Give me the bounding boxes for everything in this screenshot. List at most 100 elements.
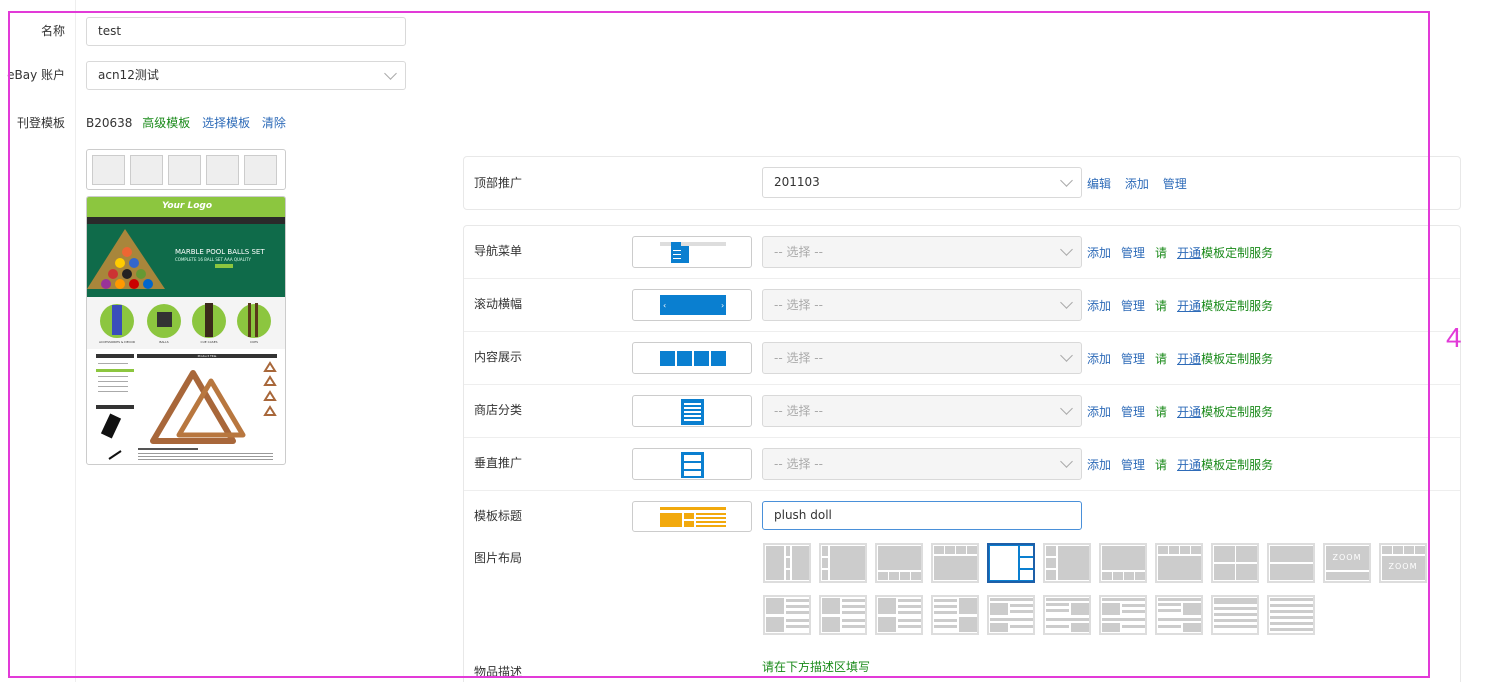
image-layout-option[interactable]	[1043, 595, 1091, 635]
open-service-link[interactable]: 开通	[1177, 352, 1201, 366]
image-layout-option[interactable]	[763, 595, 811, 635]
manage-link[interactable]: 管理	[1121, 458, 1145, 472]
layout-block	[792, 546, 809, 580]
template-thumbnail[interactable]	[244, 155, 277, 185]
layout-block	[934, 605, 957, 608]
scroll-banner-select[interactable]: -- 选择 --	[762, 289, 1082, 321]
image-layout-option[interactable]: ZOOM	[1323, 543, 1371, 583]
clear-template-link[interactable]: 清除	[262, 116, 286, 130]
image-layout-option[interactable]	[987, 595, 1035, 635]
layout-block	[786, 546, 790, 556]
template-preview: Your Logo MARBLE POOL BALLS SET COMPLETE…	[86, 196, 286, 465]
image-layout-option[interactable]	[931, 543, 979, 583]
vertical-promo-actions: 添加 管理请开通模板定制服务	[1087, 456, 1293, 473]
open-service-link[interactable]: 开通	[1177, 246, 1201, 260]
image-layout-option[interactable]	[1155, 543, 1203, 583]
add-link[interactable]: 添加	[1087, 458, 1111, 472]
store-category-preview[interactable]	[632, 395, 752, 427]
content-display-preview[interactable]	[632, 342, 752, 374]
custom-service-text: 请开通模板定制服务	[1155, 405, 1274, 419]
top-promo-select[interactable]: 201103	[762, 167, 1082, 198]
image-layout-label: 图片布局	[474, 551, 523, 565]
name-input[interactable]: test	[86, 17, 406, 46]
image-layout-option[interactable]	[1211, 543, 1259, 583]
layout-block	[967, 546, 977, 554]
layout-block	[1046, 625, 1069, 628]
layout-block	[1058, 546, 1089, 580]
add-link[interactable]: 添加	[1087, 246, 1111, 260]
image-layout-option[interactable]	[875, 595, 923, 635]
image-layout-option[interactable]	[819, 543, 867, 583]
layout-block	[900, 572, 910, 580]
image-layout-option[interactable]	[875, 543, 923, 583]
top-promo-add-link[interactable]: 添加	[1125, 177, 1149, 191]
chevron-down-icon	[1060, 349, 1073, 362]
vertical-promo-preview[interactable]	[632, 448, 752, 480]
image-layout-option[interactable]	[1267, 543, 1315, 583]
layout-block	[1010, 625, 1033, 628]
image-layout-option[interactable]	[1267, 595, 1315, 635]
custom-service-text: 请开通模板定制服务	[1155, 299, 1274, 313]
add-link[interactable]: 添加	[1087, 405, 1111, 419]
vertical-promo-select[interactable]: -- 选择 --	[762, 448, 1082, 480]
layout-block	[1010, 604, 1033, 607]
template-title-preview[interactable]	[632, 501, 752, 532]
layout-block	[1158, 625, 1181, 628]
template-thumbnail[interactable]	[92, 155, 125, 185]
open-service-link[interactable]: 开通	[1177, 299, 1201, 313]
content-display-label: 内容展示	[474, 350, 523, 364]
layout-block	[1135, 572, 1145, 580]
image-layout-option[interactable]: ZOOM	[1379, 543, 1427, 583]
open-service-link[interactable]: 开通	[1177, 405, 1201, 419]
content-grid-icon	[660, 351, 726, 366]
vertical-promo-icon	[681, 452, 704, 478]
image-layout-option[interactable]	[819, 595, 867, 635]
layout-block	[1102, 572, 1112, 580]
layout-block	[1270, 564, 1313, 580]
manage-link[interactable]: 管理	[1121, 246, 1145, 260]
image-layout-option[interactable]	[931, 595, 979, 635]
layout-block	[842, 605, 865, 608]
content-display-select[interactable]: -- 选择 --	[762, 342, 1082, 374]
preview-product-title: Product Title	[197, 354, 217, 358]
top-promo-edit-link[interactable]: 编辑	[1087, 177, 1111, 191]
store-category-select[interactable]: -- 选择 --	[762, 395, 1082, 427]
image-layout-option[interactable]	[763, 543, 811, 583]
layout-block	[1180, 546, 1190, 554]
layout-block	[1158, 618, 1201, 621]
image-layout-option[interactable]	[1211, 595, 1259, 635]
choose-template-link[interactable]: 选择模板	[202, 116, 250, 130]
image-layout-option[interactable]	[1155, 595, 1203, 635]
layout-block	[1183, 623, 1201, 632]
layout-block	[1020, 558, 1033, 568]
top-promo-manage-link[interactable]: 管理	[1163, 177, 1187, 191]
template-thumbnail[interactable]	[168, 155, 201, 185]
item-description-label: 物品描述	[474, 665, 523, 679]
nav-menu-icon	[660, 242, 726, 263]
ebay-account-select[interactable]: acn12测试	[86, 61, 406, 90]
nav-menu-preview[interactable]	[632, 236, 752, 268]
layout-block	[934, 619, 957, 622]
layout-block	[878, 572, 888, 580]
add-link[interactable]: 添加	[1087, 299, 1111, 313]
template-thumbnail[interactable]	[206, 155, 239, 185]
top-promo-label: 顶部推广	[474, 176, 523, 190]
template-title-input[interactable]: plush doll	[762, 501, 1082, 530]
template-thumbnail[interactable]	[130, 155, 163, 185]
layout-block	[1046, 609, 1069, 612]
chevron-down-icon	[384, 67, 397, 80]
layout-block	[822, 598, 840, 614]
manage-link[interactable]: 管理	[1121, 299, 1145, 313]
advanced-template-link[interactable]: 高级模板	[142, 116, 190, 130]
nav-menu-select[interactable]: -- 选择 --	[762, 236, 1082, 268]
image-layout-option[interactable]	[987, 543, 1035, 583]
add-link[interactable]: 添加	[1087, 352, 1111, 366]
manage-link[interactable]: 管理	[1121, 405, 1145, 419]
scroll-banner-preview[interactable]: ‹ ›	[632, 289, 752, 321]
store-category-label: 商店分类	[474, 403, 523, 417]
image-layout-option[interactable]	[1099, 595, 1147, 635]
image-layout-option[interactable]	[1099, 543, 1147, 583]
image-layout-option[interactable]	[1043, 543, 1091, 583]
manage-link[interactable]: 管理	[1121, 352, 1145, 366]
open-service-link[interactable]: 开通	[1177, 458, 1201, 472]
